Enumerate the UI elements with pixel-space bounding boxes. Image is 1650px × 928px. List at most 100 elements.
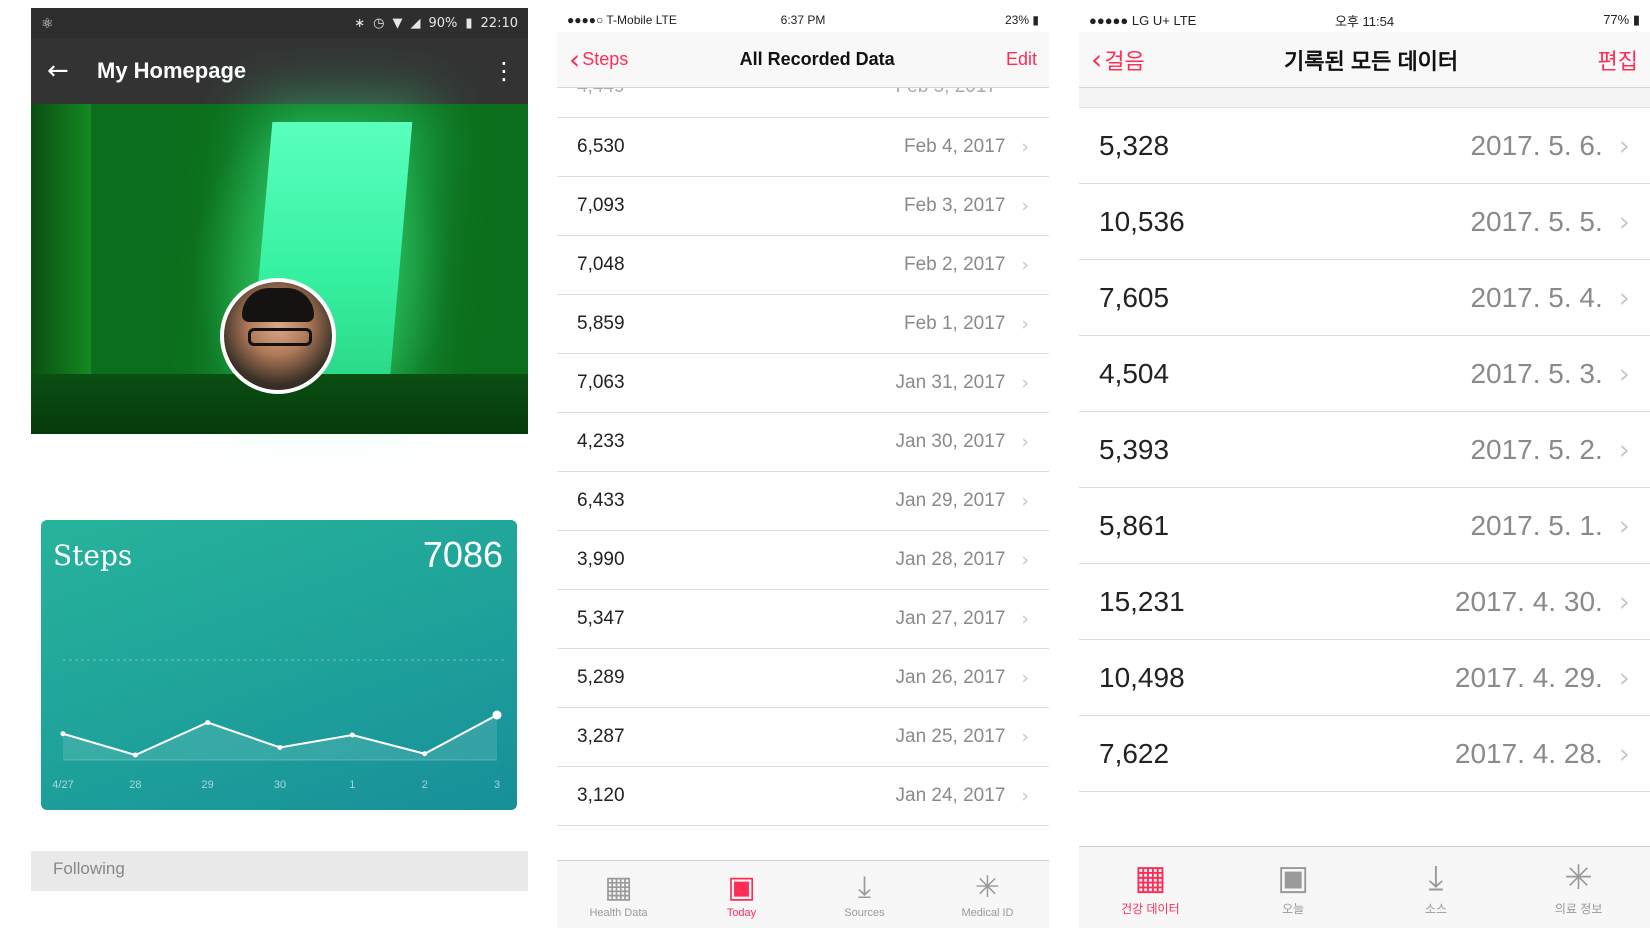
chevron-right-icon: › (1021, 490, 1029, 512)
status-bar: ●●●●● LG U+ LTE 오후 11:54 77% ▮ (1079, 8, 1650, 32)
x-tick-label: 3 (494, 779, 500, 791)
calendar-icon: ▣ (727, 870, 756, 905)
table-row[interactable]: 5,393 2017. 5. 2. › (1079, 412, 1650, 488)
table-row[interactable]: 7,048 Feb 2, 2017 › (557, 236, 1049, 295)
step-count: 15,231 (1099, 585, 1185, 617)
edit-button[interactable]: Edit (1006, 49, 1037, 70)
table-row[interactable]: 3,120 Jan 24, 2017 › (557, 767, 1049, 826)
table-row[interactable]: 3,990 Jan 28, 2017 › (557, 531, 1049, 590)
signal-dots-icon: ●●●●○ (567, 13, 607, 27)
step-count: 3,990 (577, 549, 625, 570)
tab-bar: ▦ Health Data ▣ Today ⤓ Sources ✳ Medical ID (557, 860, 1049, 928)
data-point (277, 745, 283, 750)
step-count: 7,622 (1099, 737, 1170, 769)
avatar[interactable] (220, 278, 336, 394)
carrier: LG U+ (1131, 12, 1170, 28)
tab-download[interactable]: ⤓ Sources (803, 861, 926, 928)
chevron-right-icon: › (1021, 608, 1029, 630)
steps-card[interactable]: 4/27 28 29 30 1 2 3 Steps 7086 (41, 520, 517, 810)
record-date: Jan 29, 2017 (895, 490, 1006, 511)
more-vert-icon[interactable]: ⋮ (492, 57, 516, 85)
signal-dots-icon: ●●●●● (1089, 12, 1132, 28)
record-date: Feb 3, 2017 (903, 195, 1006, 216)
nav-title: All Recorded Data (739, 49, 895, 69)
step-count: 7,093 (577, 195, 625, 216)
tab-medical-star[interactable]: ✳ 의료 정보 (1507, 847, 1650, 928)
tab-calendar[interactable]: ▣ Today (680, 861, 803, 928)
medical-star-icon: ✳ (974, 870, 1001, 905)
chevron-right-icon: › (1021, 667, 1029, 689)
tab-grid[interactable]: ▦ 건강 데이터 (1079, 847, 1222, 928)
table-row[interactable]: 5,347 Jan 27, 2017 › (557, 590, 1049, 649)
table-row[interactable]: 7,622 2017. 4. 28. › (1079, 716, 1650, 792)
tab-download[interactable]: ⤓ 소스 (1365, 847, 1508, 928)
wifi-icon: ▼ (392, 15, 403, 31)
table-row[interactable]: 4,504 2017. 5. 3. › (1079, 336, 1650, 412)
table-row[interactable]: 10,498 2017. 4. 29. › (1079, 640, 1650, 716)
table-row[interactable]: 7,093 Feb 3, 2017 › (557, 177, 1049, 236)
step-count: 6,433 (577, 490, 625, 511)
edit-button[interactable]: 편집 (1598, 44, 1638, 76)
table-row[interactable]: 7,605 2017. 5. 4. › (1079, 260, 1650, 336)
status-time: 6:37 PM (780, 13, 826, 27)
table-row[interactable]: 6,433 Jan 29, 2017 › (557, 472, 1049, 531)
back-button-label: 걸음 (1104, 48, 1145, 74)
record-date: Jan 30, 2017 (895, 431, 1006, 452)
step-count: 4,233 (577, 431, 625, 452)
x-tick-label: 30 (274, 779, 286, 791)
step-count: 5,859 (577, 313, 625, 334)
tab-grid[interactable]: ▦ Health Data (557, 861, 680, 928)
calendar-icon: ▣ (1277, 858, 1310, 898)
table-row[interactable]: 5,328 2017. 5. 6. › (1079, 108, 1650, 184)
record-date: Jan 31, 2017 (895, 372, 1006, 393)
chevron-right-icon: › (1021, 431, 1029, 453)
back-button-label: Steps (582, 49, 629, 69)
tab-label: 오늘 (1282, 902, 1305, 916)
chevron-right-icon: › (1618, 509, 1630, 542)
record-date: Jan 27, 2017 (895, 608, 1006, 629)
tab-medical-star[interactable]: ✳ Medical ID (926, 861, 1049, 928)
chevron-left-icon: ‹ (1091, 42, 1103, 76)
table-row[interactable]: 4,233 Jan 30, 2017 › (557, 413, 1049, 472)
step-count: 5,347 (577, 608, 625, 629)
table-row[interactable]: 10,536 2017. 5. 5. › (1079, 184, 1650, 260)
table-row[interactable]: 7,063 Jan 31, 2017 › (557, 354, 1049, 413)
alarm-icon: ◷ (373, 15, 385, 31)
download-icon: ⤓ (1428, 858, 1444, 898)
step-count: 7,063 (577, 372, 625, 393)
chevron-right-icon: › (1618, 737, 1630, 770)
back-button[interactable]: ‹ Steps (569, 45, 629, 74)
network: LTE (655, 13, 677, 27)
tab-label: 건강 데이터 (1121, 902, 1180, 916)
record-date: 2017. 5. 6. (1470, 129, 1603, 161)
data-point (132, 752, 138, 758)
step-count: 5,393 (1099, 433, 1170, 465)
tab-label: Today (726, 907, 757, 919)
arrow-left-icon[interactable]: ← (47, 56, 97, 86)
signal-icon: ◢ (410, 15, 421, 31)
chevron-right-icon: › (1021, 785, 1029, 807)
chevron-right-icon: › (1021, 136, 1029, 158)
table-row-partial[interactable]: 4,449 Feb 5, 2017 (557, 88, 1049, 118)
chevron-right-icon: › (1618, 281, 1630, 314)
record-date: Jan 24, 2017 (895, 785, 1006, 806)
battery-text: 90% (428, 15, 458, 31)
step-count: 7,605 (1099, 281, 1170, 313)
grid-icon: ▦ (1134, 858, 1167, 898)
back-button[interactable]: ‹ 걸음 (1091, 44, 1145, 76)
table-row[interactable]: 3,287 Jan 25, 2017 › (557, 708, 1049, 767)
tab-calendar[interactable]: ▣ 오늘 (1222, 847, 1365, 928)
table-row[interactable]: 5,289 Jan 26, 2017 › (557, 649, 1049, 708)
bluetooth-icon: ∗ (354, 15, 366, 31)
table-row[interactable]: 5,861 2017. 5. 1. › (1079, 488, 1650, 564)
medical-star-icon: ✳ (1564, 858, 1593, 898)
status-bar: ⚛ ∗ ◷ ▼ ◢ 90% ▮ 22:10 (31, 8, 528, 38)
table-row[interactable]: 6,530 Feb 4, 2017 › (557, 118, 1049, 177)
data-point (205, 720, 211, 725)
table-row[interactable]: 15,231 2017. 4. 30. › (1079, 564, 1650, 640)
record-date: Jan 26, 2017 (895, 667, 1006, 688)
table-row[interactable]: 5,859 Feb 1, 2017 › (557, 295, 1049, 354)
chevron-right-icon: › (1021, 549, 1029, 571)
tab-label: 의료 정보 (1554, 902, 1603, 916)
data-point (422, 751, 428, 757)
